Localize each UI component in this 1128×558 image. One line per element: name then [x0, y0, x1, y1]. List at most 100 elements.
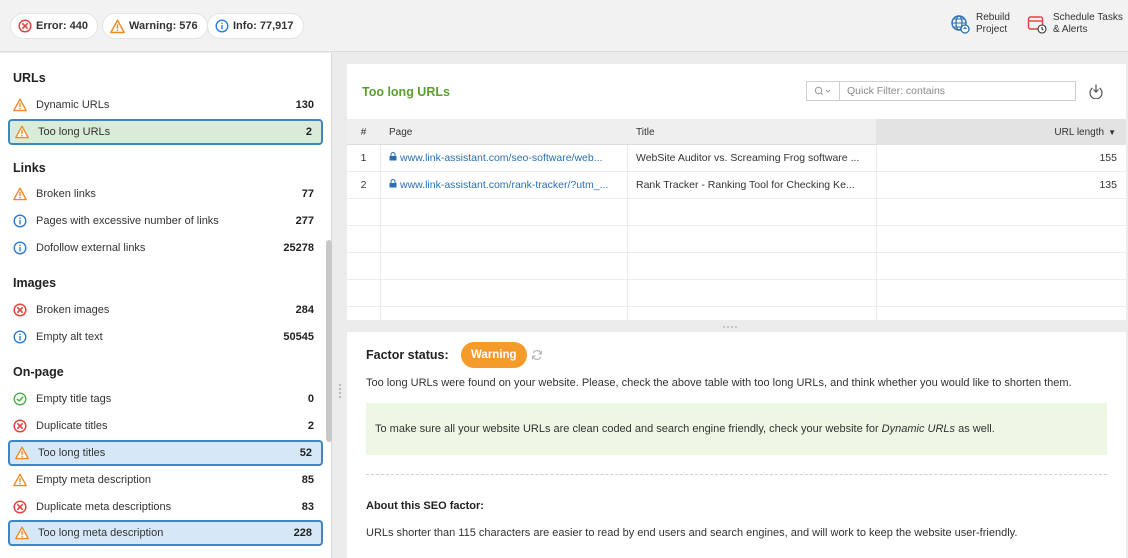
column-header-title[interactable]: Title — [636, 119, 876, 145]
sidebar-item-count: 2 — [305, 126, 312, 138]
warning-icon — [13, 98, 27, 112]
sidebar-item-excessive-links[interactable]: Pages with excessive number of links 277 — [8, 208, 323, 234]
warning-icon — [110, 19, 125, 34]
sidebar-item-count: 85 — [301, 474, 314, 486]
search-icon[interactable] — [807, 82, 840, 100]
table-row-empty — [347, 226, 1126, 253]
info-icon — [13, 214, 27, 228]
group-title-images: Images — [13, 276, 57, 290]
row-url-length: 155 — [1099, 152, 1117, 164]
schedule-label-line2: & Alerts — [1053, 24, 1088, 35]
rebuild-project-button[interactable]: Rebuild Project — [950, 12, 1010, 38]
sidebar-item-empty-meta-description[interactable]: Empty meta description 85 — [8, 467, 323, 493]
quick-filter — [806, 81, 1076, 101]
error-icon — [18, 19, 32, 33]
row-page-url[interactable]: www.link-assistant.com/seo-software/web.… — [389, 145, 623, 171]
row-title: Rank Tracker - Ranking Tool for Checking… — [636, 179, 855, 191]
lock-icon — [389, 179, 397, 191]
sidebar-item-label: Too long titles — [38, 447, 106, 459]
sidebar-item-label: Duplicate titles — [36, 420, 108, 432]
info-icon — [215, 19, 229, 33]
calendar-alert-icon — [1027, 14, 1047, 38]
splitter-grip — [723, 326, 737, 328]
tip-text-prefix: To make sure all your website URLs are c… — [375, 423, 882, 435]
error-icon — [13, 419, 27, 433]
splitter-grip — [339, 384, 341, 398]
sidebar-item-count: 77 — [301, 188, 314, 200]
sort-desc-icon: ▼ — [1108, 127, 1116, 137]
sidebar-item-duplicate-titles[interactable]: Duplicate titles 2 — [8, 413, 323, 439]
factor-description: Too long URLs were found on your website… — [366, 377, 1072, 389]
vertical-splitter[interactable] — [333, 53, 347, 558]
factor-status-panel: Factor status: Warning Too long URLs wer… — [347, 332, 1126, 558]
error-count-pill[interactable]: Error: 440 — [11, 14, 97, 38]
row-title: WebSite Auditor vs. Screaming Frog softw… — [636, 152, 860, 164]
table-row[interactable]: 2 www.link-assistant.com/rank-tracker/?u… — [347, 172, 1126, 199]
column-header-url-length[interactable]: URL length ▼ — [876, 119, 1126, 145]
sidebar-item-label: Dofollow external links — [36, 242, 146, 254]
error-icon — [13, 303, 27, 317]
row-number: 1 — [360, 152, 367, 164]
sidebar-item-dynamic-urls[interactable]: Dynamic URLs 130 — [8, 92, 323, 118]
sidebar-item-empty-title-tags[interactable]: Empty title tags 0 — [8, 386, 323, 412]
warning-icon — [13, 187, 27, 201]
sidebar-item-count: 277 — [295, 215, 314, 227]
lock-icon — [389, 152, 397, 164]
sidebar-item-count: 83 — [301, 501, 314, 513]
rebuild-label-line1: Rebuild — [976, 12, 1010, 23]
group-title-urls: URLs — [13, 71, 46, 85]
tip-dynamic-urls-link[interactable]: Dynamic URLs — [882, 423, 955, 435]
row-page-url-text: www.link-assistant.com/rank-tracker/?utm… — [400, 179, 609, 191]
factor-tip-box: To make sure all your website URLs are c… — [366, 403, 1107, 455]
sidebar-scrollbar[interactable] — [326, 240, 332, 442]
sidebar-item-dofollow-external-links[interactable]: Dofollow external links 25278 — [8, 235, 323, 261]
table-row-empty — [347, 253, 1126, 280]
warning-icon — [15, 446, 29, 460]
table-row-empty — [347, 199, 1126, 226]
sidebar-item-label: Duplicate meta descriptions — [36, 501, 172, 513]
results-panel: Too long URLs # Page Title URL length ▼ — [347, 64, 1126, 320]
info-count-pill[interactable]: Info: 77,917 — [208, 14, 303, 38]
warning-count-label: Warning: 576 — [129, 20, 198, 32]
error-count-label: Error: 440 — [36, 20, 88, 32]
sidebar-item-too-long-meta-description[interactable]: Too long meta description 228 — [8, 520, 323, 546]
sidebar-item-broken-images[interactable]: Broken images 284 — [8, 297, 323, 323]
refresh-icon[interactable] — [531, 349, 543, 361]
table-header: # Page Title URL length ▼ — [347, 119, 1126, 145]
quick-filter-input[interactable] — [840, 82, 1075, 100]
sidebar-item-count: 25278 — [283, 242, 314, 254]
error-icon — [13, 500, 27, 514]
row-url-length: 135 — [1099, 179, 1117, 191]
sidebar-item-label: Too long URLs — [38, 126, 111, 138]
table-row[interactable]: 1 www.link-assistant.com/seo-software/we… — [347, 145, 1126, 172]
sidebar-item-broken-links[interactable]: Broken links 77 — [8, 181, 323, 207]
sidebar-item-label: Too long meta description — [38, 527, 164, 539]
sidebar-item-count: 50545 — [283, 331, 314, 343]
sidebar-item-count: 228 — [293, 527, 312, 539]
row-page-url-text: www.link-assistant.com/seo-software/web.… — [400, 152, 603, 164]
export-icon[interactable] — [1088, 83, 1104, 100]
info-icon — [13, 330, 27, 344]
table-row-empty — [347, 280, 1126, 307]
sidebar-item-count: 284 — [295, 304, 314, 316]
sidebar-item-count: 130 — [295, 99, 314, 111]
row-page-url[interactable]: www.link-assistant.com/rank-tracker/?utm… — [389, 172, 623, 198]
warning-icon — [15, 526, 29, 540]
column-header-page[interactable]: Page — [389, 119, 619, 145]
sidebar-item-too-long-urls[interactable]: Too long URLs 2 — [8, 119, 323, 145]
about-title: About this SEO factor: — [366, 500, 484, 512]
sidebar-item-label: Broken links — [36, 188, 96, 200]
status-badge: Warning — [461, 342, 527, 368]
group-title-links: Links — [13, 161, 46, 175]
row-number: 2 — [360, 179, 367, 191]
sidebar-item-duplicate-meta-descriptions[interactable]: Duplicate meta descriptions 83 — [8, 494, 323, 520]
check-icon — [13, 392, 27, 406]
sidebar-item-label: Broken images — [36, 304, 110, 316]
column-header-num[interactable]: # — [347, 119, 380, 145]
sidebar-item-too-long-titles[interactable]: Too long titles 52 — [8, 440, 323, 466]
sidebar-item-empty-alt-text[interactable]: Empty alt text 50545 — [8, 324, 323, 350]
warning-count-pill[interactable]: Warning: 576 — [103, 14, 207, 38]
sidebar-item-label: Dynamic URLs — [36, 99, 110, 111]
schedule-tasks-button[interactable]: Schedule Tasks & Alerts — [1027, 12, 1123, 38]
sidebar-item-count: 0 — [307, 393, 314, 405]
